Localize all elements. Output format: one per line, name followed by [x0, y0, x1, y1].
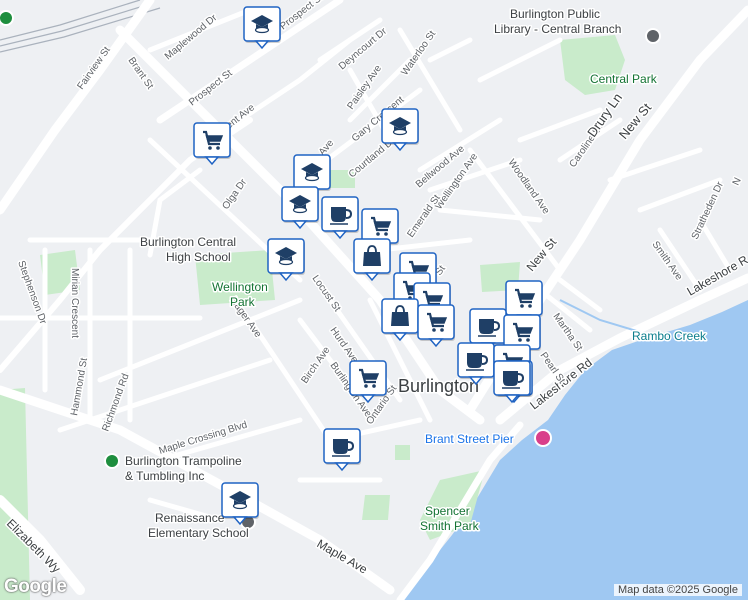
marker-shopping[interactable] — [353, 238, 391, 282]
label-mirian-crescent: Mirian Crescent — [69, 268, 80, 338]
google-logo: Google — [4, 576, 67, 597]
label-trampoline-line2: & Tumbling Inc — [125, 469, 204, 483]
marker-cafe[interactable] — [457, 342, 495, 386]
label-high-school-line2: High School — [166, 250, 231, 264]
label-trampoline-line1: Burlington Trampoline — [125, 454, 242, 468]
marker-shopping[interactable] — [381, 298, 419, 342]
marker-cafe[interactable] — [493, 360, 531, 404]
map-canvas[interactable]: Fairview St Brant St Maplewood Dr Prospe… — [0, 0, 748, 600]
park-area — [0, 388, 30, 600]
park-pin-icon[interactable] — [0, 10, 14, 26]
label-library-line2: Library - Central Branch — [494, 22, 621, 36]
park-area — [395, 445, 410, 460]
label-rambo-creek: Rambo Creek — [632, 329, 707, 343]
park-pin-icon[interactable] — [104, 453, 120, 469]
marker-school[interactable] — [243, 6, 281, 50]
marker-grocery[interactable] — [417, 304, 455, 348]
label-library-line1: Burlington Public — [510, 7, 600, 21]
map-attribution: Map data ©2025 Google — [613, 584, 742, 596]
marker-grocery[interactable] — [193, 122, 231, 166]
label-wellington-park-line1: Wellington — [212, 280, 268, 294]
marker-cafe[interactable] — [321, 196, 359, 240]
library-pin-icon[interactable] — [645, 28, 661, 44]
marker-school[interactable] — [281, 186, 319, 230]
label-wellington-park-line2: Park — [230, 295, 256, 309]
marker-grocery[interactable] — [349, 360, 387, 404]
marker-cafe[interactable] — [323, 428, 361, 472]
label-central-park: Central Park — [590, 72, 658, 86]
label-pier: Brant Street Pier — [425, 432, 514, 446]
label-spencer-smith-line1: Spencer — [425, 504, 470, 518]
label-renaissance-line1: Renaissance — [155, 511, 225, 525]
label-high-school-line1: Burlington Central — [140, 235, 236, 249]
label-renaissance-line2: Elementary School — [148, 526, 249, 540]
attraction-pin-icon[interactable] — [534, 429, 552, 447]
marker-school[interactable] — [267, 238, 305, 282]
park-area — [362, 495, 390, 520]
label-spencer-smith-line2: Smith Park — [420, 519, 480, 533]
marker-school[interactable] — [381, 108, 419, 152]
marker-school[interactable] — [221, 482, 259, 526]
